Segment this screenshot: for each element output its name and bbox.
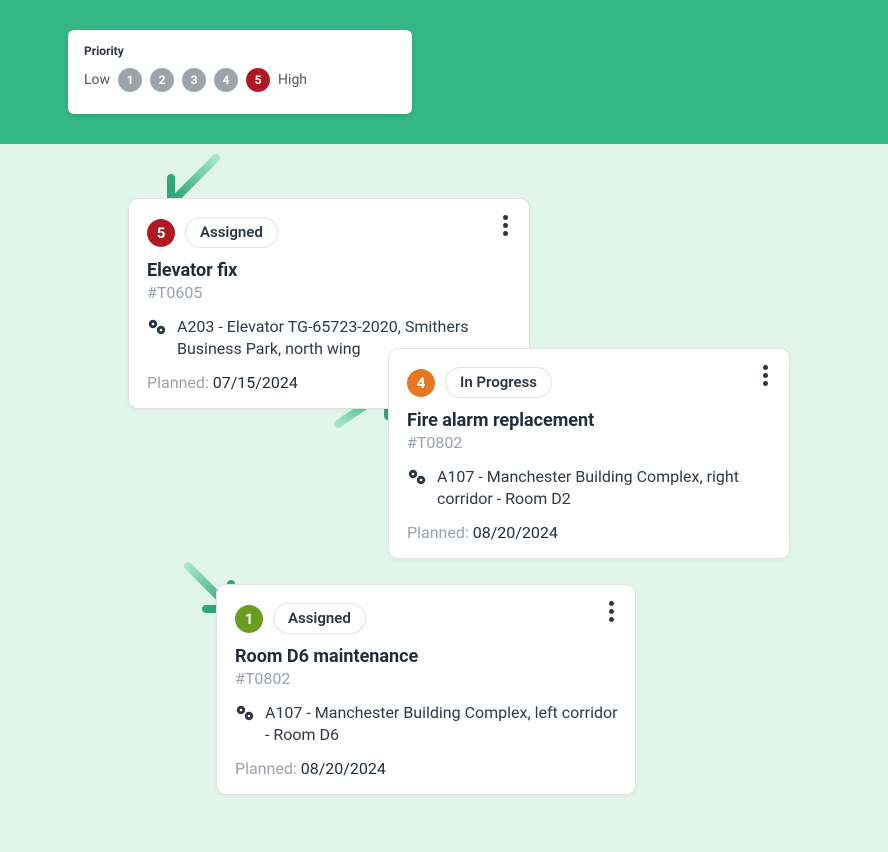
more-button[interactable] xyxy=(599,599,623,623)
more-button[interactable] xyxy=(753,363,777,387)
status-pill: Assigned xyxy=(185,217,278,248)
task-id: #T0802 xyxy=(407,433,773,452)
status-pill: In Progress xyxy=(445,367,552,398)
gears-icon xyxy=(235,704,255,722)
priority-card: Priority Low 1 2 3 4 5 High xyxy=(68,30,412,114)
planned-row: Planned: 08/20/2024 xyxy=(235,759,619,778)
priority-chip-2[interactable]: 2 xyxy=(150,68,174,92)
task-location: A107 - Manchester Building Complex, left… xyxy=(265,702,619,745)
task-title: Elevator fix xyxy=(147,260,513,281)
priority-badge: 4 xyxy=(407,369,435,397)
priority-high-text: High xyxy=(278,72,307,88)
planned-label: Planned: xyxy=(147,373,213,392)
priority-chip-5[interactable]: 5 xyxy=(246,68,270,92)
priority-low-text: Low xyxy=(84,72,110,88)
priority-row: Low 1 2 3 4 5 High xyxy=(84,68,396,92)
priority-label: Priority xyxy=(84,44,396,58)
priority-badge: 1 xyxy=(235,605,263,633)
planned-label: Planned: xyxy=(407,523,473,542)
planned-date: 08/20/2024 xyxy=(301,759,386,778)
task-title: Room D6 maintenance xyxy=(235,646,619,667)
planned-row: Planned: 08/20/2024 xyxy=(407,523,773,542)
more-button[interactable] xyxy=(493,213,517,237)
status-pill: Assigned xyxy=(273,603,366,634)
task-title: Fire alarm replacement xyxy=(407,410,773,431)
gears-icon xyxy=(147,318,167,336)
priority-chip-3[interactable]: 3 xyxy=(182,68,206,92)
priority-chip-4[interactable]: 4 xyxy=(214,68,238,92)
task-location: A107 - Manchester Building Complex, righ… xyxy=(437,466,773,509)
task-id: #T0802 xyxy=(235,669,619,688)
planned-date: 07/15/2024 xyxy=(213,373,298,392)
priority-badge: 5 xyxy=(147,219,175,247)
planned-label: Planned: xyxy=(235,759,301,778)
task-card: 1 Assigned Room D6 maintenance #T0802 A1… xyxy=(216,584,636,795)
task-id: #T0605 xyxy=(147,283,513,302)
task-card: 4 In Progress Fire alarm replacement #T0… xyxy=(388,348,790,559)
planned-date: 08/20/2024 xyxy=(473,523,558,542)
gears-icon xyxy=(407,468,427,486)
priority-chip-1[interactable]: 1 xyxy=(118,68,142,92)
